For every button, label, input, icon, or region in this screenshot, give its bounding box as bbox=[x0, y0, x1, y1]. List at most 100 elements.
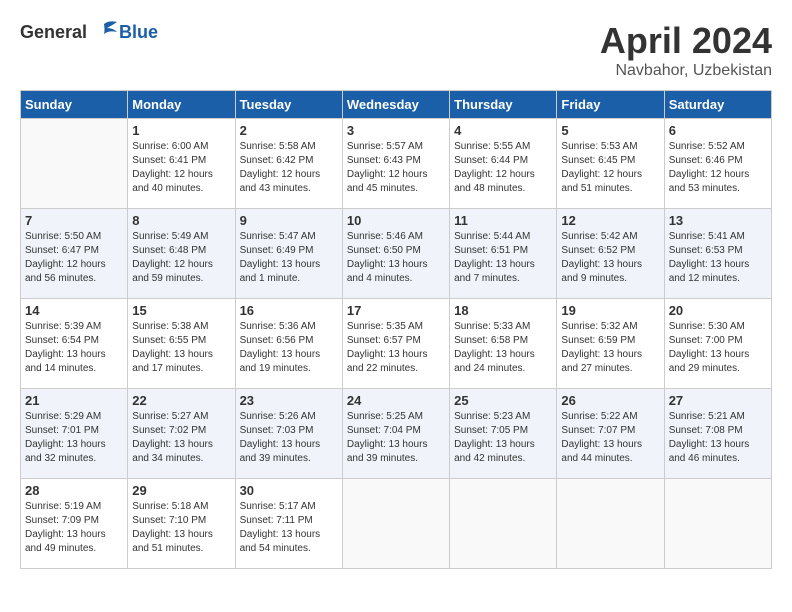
day-number: 24 bbox=[347, 393, 445, 408]
day-number: 7 bbox=[25, 213, 123, 228]
day-info: Sunrise: 5:30 AMSunset: 7:00 PMDaylight:… bbox=[669, 320, 767, 376]
day-number: 4 bbox=[454, 123, 552, 138]
calendar-cell: 7 Sunrise: 5:50 AMSunset: 6:47 PMDaylight… bbox=[21, 209, 128, 299]
calendar-cell: 29 Sunrise: 5:18 AMSunset: 7:10 PMDayligh… bbox=[128, 479, 235, 569]
day-number: 17 bbox=[347, 303, 445, 318]
calendar-week-row: 1 Sunrise: 6:00 AMSunset: 6:41 PMDaylight… bbox=[21, 119, 772, 209]
day-number: 28 bbox=[25, 483, 123, 498]
calendar-cell: 22Sunrise: 5:27 AMSunset: 7:02 PMDayligh… bbox=[128, 389, 235, 479]
calendar-cell: 6 Sunrise: 5:52 AMSunset: 6:46 PMDaylight… bbox=[664, 119, 771, 209]
calendar-cell: 18Sunrise: 5:33 AMSunset: 6:58 PMDayligh… bbox=[450, 299, 557, 389]
calendar-week-row: 21 Sunrise: 5:29 AMSunset: 7:01 PMDayligh… bbox=[21, 389, 772, 479]
weekday-header-row: SundayMondayTuesdayWednesdayThursdayFrid… bbox=[21, 91, 772, 119]
calendar-cell: 5Sunrise: 5:53 AMSunset: 6:45 PMDaylight… bbox=[557, 119, 664, 209]
day-number: 21 bbox=[25, 393, 123, 408]
calendar-cell: 20 Sunrise: 5:30 AMSunset: 7:00 PMDayligh… bbox=[664, 299, 771, 389]
title-area: April 2024 Navbahor, Uzbekistan bbox=[600, 20, 772, 80]
day-info: Sunrise: 5:27 AMSunset: 7:02 PMDaylight:… bbox=[132, 410, 230, 466]
day-number: 20 bbox=[669, 303, 767, 318]
day-info: Sunrise: 5:36 AMSunset: 6:56 PMDaylight:… bbox=[240, 320, 338, 376]
day-number: 12 bbox=[561, 213, 659, 228]
calendar-cell: 19 Sunrise: 5:32 AMSunset: 6:59 PMDayligh… bbox=[557, 299, 664, 389]
calendar-cell: 8Sunrise: 5:49 AMSunset: 6:48 PMDaylight… bbox=[128, 209, 235, 299]
day-number: 29 bbox=[132, 483, 230, 498]
calendar-cell: 14Sunrise: 5:39 AMSunset: 6:54 PMDayligh… bbox=[21, 299, 128, 389]
calendar-cell: 1 Sunrise: 6:00 AMSunset: 6:41 PMDaylight… bbox=[128, 119, 235, 209]
day-info: Sunrise: 5:18 AMSunset: 7:10 PMDaylight:… bbox=[132, 500, 230, 556]
calendar-cell: 21 Sunrise: 5:29 AMSunset: 7:01 PMDayligh… bbox=[21, 389, 128, 479]
calendar-cell: 23Sunrise: 5:26 AMSunset: 7:03 PMDayligh… bbox=[235, 389, 342, 479]
calendar-table: SundayMondayTuesdayWednesdayThursdayFrid… bbox=[20, 90, 772, 569]
calendar-cell: 13 Sunrise: 5:41 AMSunset: 6:53 PMDayligh… bbox=[664, 209, 771, 299]
calendar-cell: 30 Sunrise: 5:17 AMSunset: 7:11 PMDayligh… bbox=[235, 479, 342, 569]
day-info: Sunrise: 5:17 AMSunset: 7:11 PMDaylight:… bbox=[240, 500, 338, 556]
weekday-header-sunday: Sunday bbox=[21, 91, 128, 119]
calendar-cell bbox=[342, 479, 449, 569]
day-info: Sunrise: 5:50 AMSunset: 6:47 PMDaylight:… bbox=[25, 230, 123, 286]
day-number: 5 bbox=[561, 123, 659, 138]
calendar-week-row: 7 Sunrise: 5:50 AMSunset: 6:47 PMDaylight… bbox=[21, 209, 772, 299]
day-info: Sunrise: 5:35 AMSunset: 6:57 PMDaylight:… bbox=[347, 320, 445, 376]
day-info: Sunrise: 5:19 AMSunset: 7:09 PMDaylight:… bbox=[25, 500, 123, 556]
logo-text-blue: Blue bbox=[119, 22, 158, 43]
logo-bird-icon bbox=[89, 20, 119, 44]
calendar-cell bbox=[450, 479, 557, 569]
calendar-cell: 26 Sunrise: 5:22 AMSunset: 7:07 PMDayligh… bbox=[557, 389, 664, 479]
day-number: 6 bbox=[669, 123, 767, 138]
weekday-header-saturday: Saturday bbox=[664, 91, 771, 119]
calendar-cell: 9Sunrise: 5:47 AMSunset: 6:49 PMDaylight… bbox=[235, 209, 342, 299]
page-header: General Blue April 2024 Navbahor, Uzbeki… bbox=[20, 20, 772, 80]
day-number: 19 bbox=[561, 303, 659, 318]
calendar-cell: 12 Sunrise: 5:42 AMSunset: 6:52 PMDayligh… bbox=[557, 209, 664, 299]
day-info: Sunrise: 5:44 AMSunset: 6:51 PMDaylight:… bbox=[454, 230, 552, 286]
calendar-cell: 10 Sunrise: 5:46 AMSunset: 6:50 PMDayligh… bbox=[342, 209, 449, 299]
day-info: Sunrise: 5:41 AMSunset: 6:53 PMDaylight:… bbox=[669, 230, 767, 286]
day-info: Sunrise: 5:42 AMSunset: 6:52 PMDaylight:… bbox=[561, 230, 659, 286]
calendar-cell: 2Sunrise: 5:58 AMSunset: 6:42 PMDaylight… bbox=[235, 119, 342, 209]
day-info: Sunrise: 5:21 AMSunset: 7:08 PMDaylight:… bbox=[669, 410, 767, 466]
weekday-header-friday: Friday bbox=[557, 91, 664, 119]
day-number: 16 bbox=[240, 303, 338, 318]
day-number: 1 bbox=[132, 123, 230, 138]
day-number: 13 bbox=[669, 213, 767, 228]
calendar-cell: 28 Sunrise: 5:19 AMSunset: 7:09 PMDayligh… bbox=[21, 479, 128, 569]
calendar-week-row: 28 Sunrise: 5:19 AMSunset: 7:09 PMDayligh… bbox=[21, 479, 772, 569]
day-number: 10 bbox=[347, 213, 445, 228]
day-number: 11 bbox=[454, 213, 552, 228]
day-number: 15 bbox=[132, 303, 230, 318]
day-number: 27 bbox=[669, 393, 767, 408]
logo: General Blue bbox=[20, 20, 158, 44]
day-info: Sunrise: 5:47 AMSunset: 6:49 PMDaylight:… bbox=[240, 230, 338, 286]
day-info: Sunrise: 5:49 AMSunset: 6:48 PMDaylight:… bbox=[132, 230, 230, 286]
day-info: Sunrise: 5:26 AMSunset: 7:03 PMDaylight:… bbox=[240, 410, 338, 466]
calendar-cell: 25Sunrise: 5:23 AMSunset: 7:05 PMDayligh… bbox=[450, 389, 557, 479]
weekday-header-monday: Monday bbox=[128, 91, 235, 119]
day-number: 18 bbox=[454, 303, 552, 318]
calendar-cell: 15Sunrise: 5:38 AMSunset: 6:55 PMDayligh… bbox=[128, 299, 235, 389]
day-info: Sunrise: 5:25 AMSunset: 7:04 PMDaylight:… bbox=[347, 410, 445, 466]
day-info: Sunrise: 5:22 AMSunset: 7:07 PMDaylight:… bbox=[561, 410, 659, 466]
calendar-cell bbox=[557, 479, 664, 569]
calendar-cell: 3Sunrise: 5:57 AMSunset: 6:43 PMDaylight… bbox=[342, 119, 449, 209]
day-info: Sunrise: 5:46 AMSunset: 6:50 PMDaylight:… bbox=[347, 230, 445, 286]
calendar-cell bbox=[21, 119, 128, 209]
day-info: Sunrise: 5:55 AMSunset: 6:44 PMDaylight:… bbox=[454, 140, 552, 196]
day-info: Sunrise: 5:52 AMSunset: 6:46 PMDaylight:… bbox=[669, 140, 767, 196]
calendar-cell: 27 Sunrise: 5:21 AMSunset: 7:08 PMDayligh… bbox=[664, 389, 771, 479]
day-info: Sunrise: 5:29 AMSunset: 7:01 PMDaylight:… bbox=[25, 410, 123, 466]
day-info: Sunrise: 5:32 AMSunset: 6:59 PMDaylight:… bbox=[561, 320, 659, 376]
day-info: Sunrise: 5:23 AMSunset: 7:05 PMDaylight:… bbox=[454, 410, 552, 466]
weekday-header-wednesday: Wednesday bbox=[342, 91, 449, 119]
calendar-cell: 24 Sunrise: 5:25 AMSunset: 7:04 PMDayligh… bbox=[342, 389, 449, 479]
day-number: 30 bbox=[240, 483, 338, 498]
day-info: Sunrise: 5:57 AMSunset: 6:43 PMDaylight:… bbox=[347, 140, 445, 196]
day-info: Sunrise: 5:39 AMSunset: 6:54 PMDaylight:… bbox=[25, 320, 123, 376]
day-number: 26 bbox=[561, 393, 659, 408]
calendar-week-row: 14Sunrise: 5:39 AMSunset: 6:54 PMDayligh… bbox=[21, 299, 772, 389]
location-title: Navbahor, Uzbekistan bbox=[600, 62, 772, 80]
weekday-header-tuesday: Tuesday bbox=[235, 91, 342, 119]
day-info: Sunrise: 6:00 AMSunset: 6:41 PMDaylight:… bbox=[132, 140, 230, 196]
day-number: 2 bbox=[240, 123, 338, 138]
logo-text-general: General bbox=[20, 22, 87, 43]
calendar-cell: 4 Sunrise: 5:55 AMSunset: 6:44 PMDaylight… bbox=[450, 119, 557, 209]
